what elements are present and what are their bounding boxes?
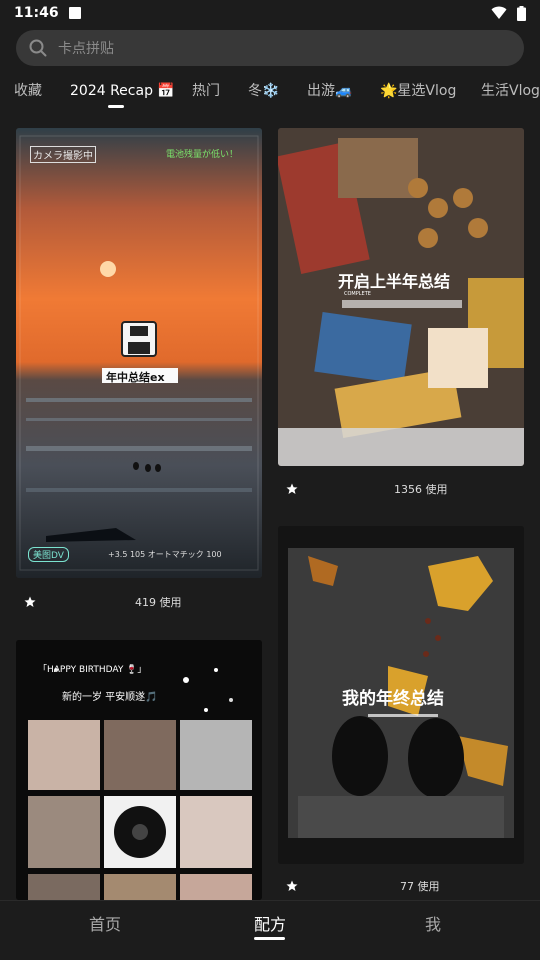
snacks-thumbnail: [278, 128, 524, 466]
snacks-subtitle: COMPLETE: [344, 291, 371, 297]
usage-count: 419 使用: [135, 596, 182, 609]
leaves-card-footer: 77 使用: [286, 876, 516, 896]
overlay-battery-warning: 電池残量が低い！: [166, 150, 239, 160]
overlay-camera-info: +3.5 105 オートマチック 100: [108, 550, 222, 559]
template-card-sunset[interactable]: カメラ撮影中 電池残量が低い！ 年中总结ex 美图DV +3.5 105 オート…: [16, 128, 262, 578]
tab-hot[interactable]: 热门: [192, 78, 220, 104]
bottom-nav: 首页 配方 我: [0, 900, 540, 960]
notification-icon: [68, 7, 81, 19]
tab-travel[interactable]: 出游🚙: [307, 78, 352, 104]
nav-me[interactable]: 我: [425, 911, 441, 935]
nav-home[interactable]: 首页: [89, 911, 121, 935]
overlay-camera-label: カメラ撮影中: [30, 146, 96, 163]
search-icon: [28, 38, 48, 58]
status-time: 11:46: [14, 5, 59, 21]
status-right: [491, 5, 526, 21]
leaves-title: 我的年终总结: [342, 689, 444, 709]
active-tab-indicator: [108, 105, 124, 108]
template-card-leaves[interactable]: 我的年终总结: [278, 526, 524, 864]
tab-featured-vlog[interactable]: 🌟星选Vlog: [380, 78, 456, 104]
tab-favorites[interactable]: 收藏: [14, 78, 42, 104]
status-bar: 11:46: [0, 0, 540, 26]
birthday-subheading: 新的一岁 平安顺遂🎵: [62, 692, 158, 703]
tab-life-vlog[interactable]: 生活Vlog: [481, 78, 540, 104]
sunset-thumbnail: [16, 128, 262, 578]
overlay-dv-label: 美图DV: [28, 547, 69, 562]
nav-recipes[interactable]: 配方: [254, 911, 286, 935]
search-input[interactable]: 卡点拼贴: [58, 38, 114, 58]
star-icon[interactable]: [24, 596, 36, 608]
birthday-thumbnail: [16, 640, 262, 900]
category-tabs: 收藏 2024 Recap 📅 热门 冬❄️ 出游🚙 🌟星选Vlog 生活Vlo…: [0, 78, 540, 110]
active-nav-indicator: [254, 937, 285, 940]
snacks-title: 开启上半年总结: [338, 272, 451, 291]
birthday-heading: 「HAPPY BIRTHDAY 🍷」: [38, 665, 147, 675]
search-bar[interactable]: 卡点拼贴: [16, 30, 524, 66]
template-card-birthday[interactable]: 「HAPPY BIRTHDAY 🍷」 新的一岁 平安顺遂🎵: [16, 640, 262, 900]
tab-2024-recap[interactable]: 2024 Recap 📅: [70, 78, 175, 104]
star-icon[interactable]: [286, 483, 298, 495]
battery-icon: [517, 5, 526, 21]
usage-count: 1356 使用: [394, 483, 448, 496]
snacks-card-footer: 1356 使用: [286, 479, 516, 499]
wifi-icon: [491, 6, 507, 19]
sunset-caption: 年中总结ex: [106, 371, 165, 384]
sunset-card-footer: 419 使用: [24, 592, 254, 612]
tab-winter[interactable]: 冬❄️: [248, 78, 279, 104]
star-icon[interactable]: [286, 880, 298, 892]
template-card-snacks[interactable]: 开启上半年总结 COMPLETE: [278, 128, 524, 466]
usage-count: 77 使用: [400, 880, 440, 893]
